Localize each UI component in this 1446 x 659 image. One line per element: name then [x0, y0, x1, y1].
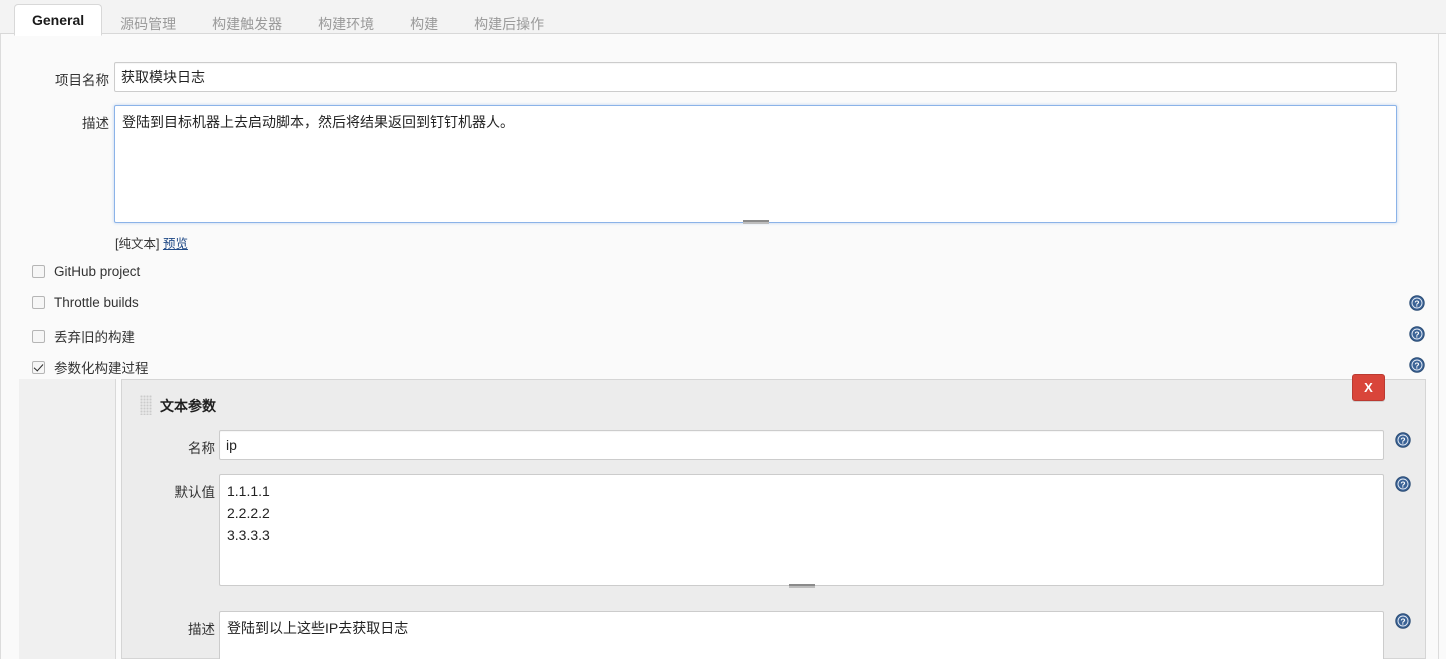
svg-text:?: ? — [1414, 360, 1419, 370]
checkbox-github-project[interactable] — [32, 265, 45, 278]
option-label-throttle-builds[interactable]: Throttle builds — [54, 295, 139, 310]
option-label-discard-old-builds[interactable]: 丢弃旧的构建 — [54, 326, 135, 346]
preview-link[interactable]: 预览 — [163, 237, 188, 251]
description-resize-grip[interactable] — [114, 219, 1397, 226]
config-form-inner: 项目名称 描述 [纯文本] 预览 GitHub project Throttle… — [5, 34, 1439, 659]
jenkins-job-config-page: General 源码管理 构建触发器 构建环境 构建 构建后操作 项目名称 描述… — [0, 0, 1446, 659]
parameter-default-textarea[interactable] — [219, 474, 1384, 586]
parameter-name-input[interactable] — [219, 430, 1384, 460]
svg-text:?: ? — [1400, 616, 1405, 626]
description-preview-row: [纯文本] 预览 — [115, 233, 188, 252]
project-name-label: 项目名称 — [55, 73, 109, 88]
checkbox-parameterized-build[interactable] — [32, 360, 45, 374]
option-row-parameterized-build[interactable]: 参数化构建过程 — [32, 357, 149, 377]
description-textarea[interactable] — [114, 105, 1397, 223]
project-name-input[interactable] — [114, 62, 1397, 92]
help-icon-discard-old-builds[interactable]: ? — [1409, 326, 1425, 342]
svg-text:?: ? — [1400, 435, 1405, 445]
help-icon-parameter-name[interactable]: ? — [1395, 432, 1411, 448]
option-label-github-project[interactable]: GitHub project — [54, 264, 140, 279]
tab-general[interactable]: General — [14, 4, 103, 36]
tab-list: General 源码管理 构建触发器 构建环境 构建 构建后操作 — [14, 0, 562, 36]
config-tab-bar: General 源码管理 构建触发器 构建环境 构建 构建后操作 — [0, 0, 1446, 36]
help-icon-throttle-builds[interactable]: ? — [1409, 295, 1425, 311]
parameter-description-label: 描述 — [188, 622, 215, 637]
svg-text:?: ? — [1414, 298, 1419, 308]
parameter-default-label: 默认值 — [174, 485, 216, 500]
help-icon-parameterized-build[interactable]: ? — [1409, 357, 1425, 373]
description-label: 描述 — [82, 116, 109, 131]
config-form-body: 项目名称 描述 [纯文本] 预览 GitHub project Throttle… — [0, 34, 1446, 659]
parameter-name-label: 名称 — [188, 441, 215, 456]
svg-text:?: ? — [1400, 479, 1405, 489]
svg-text:?: ? — [1414, 329, 1419, 339]
help-icon-parameter-description[interactable]: ? — [1395, 613, 1411, 629]
option-row-github-project[interactable]: GitHub project — [32, 264, 140, 279]
option-row-throttle-builds[interactable]: Throttle builds — [32, 295, 139, 310]
parameter-default-resize-grip[interactable] — [219, 583, 1384, 590]
checkbox-discard-old-builds[interactable] — [32, 329, 45, 343]
parameter-gutter — [19, 379, 116, 659]
parameter-description-textarea[interactable] — [219, 611, 1384, 659]
help-icon-parameter-default[interactable]: ? — [1395, 476, 1411, 492]
delete-parameter-button[interactable]: X — [1352, 374, 1385, 401]
option-row-discard-old-builds[interactable]: 丢弃旧的构建 — [32, 326, 135, 346]
parameter-type-title: 文本参数 — [160, 398, 216, 414]
checkbox-throttle-builds[interactable] — [32, 296, 45, 309]
option-label-parameterized-build[interactable]: 参数化构建过程 — [54, 357, 149, 377]
drag-handle-icon[interactable] — [140, 395, 152, 415]
text-parameter-panel: 文本参数 X 名称 ? 默认值 — [121, 374, 1426, 659]
plain-text-label: [纯文本] — [115, 237, 160, 251]
